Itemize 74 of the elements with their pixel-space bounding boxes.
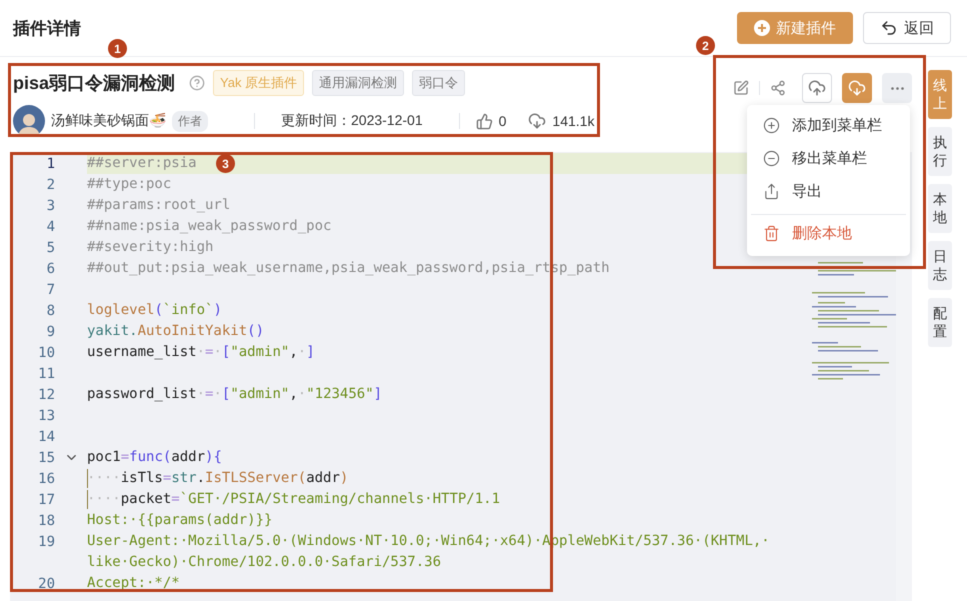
side-tab[interactable]: 本地 <box>928 184 952 233</box>
side-tab[interactable]: 配置 <box>928 298 952 347</box>
update-time: 更新时间：2023-12-01 <box>281 112 423 130</box>
code-line: like·Gecko)·Chrome/102.0.0.0·Safari/537.36 <box>87 553 442 572</box>
cloud-download-icon <box>528 112 546 130</box>
menu-item[interactable]: 删除本地 <box>751 214 906 252</box>
download-count: 141.1k <box>552 113 594 129</box>
code-editor[interactable] <box>10 152 912 601</box>
export-icon <box>763 183 780 200</box>
code-line: password_list·=·["admin",·"123456"] <box>87 385 382 404</box>
annotation-number: 2 <box>696 36 715 55</box>
more-icon <box>890 86 904 90</box>
menu-item[interactable]: 导出 <box>751 175 906 208</box>
plugin-tag: Yak 原生插件 <box>213 70 304 96</box>
code-line: ····isTls=str.IsTLSServer(addr) <box>87 469 348 488</box>
line-number: 14 <box>37 428 55 444</box>
line-number: 16 <box>37 470 55 486</box>
author-badge: 作者 <box>172 110 208 132</box>
line-number: 19 <box>37 534 55 550</box>
code-line: ##server:psia <box>87 154 197 173</box>
back-button[interactable]: 返回 <box>863 12 951 44</box>
cloud-download-icon <box>848 79 866 97</box>
line-number: 7 <box>46 282 55 298</box>
line-number: 1 <box>46 156 55 172</box>
plugin-tag: 通用漏洞检测 <box>312 70 404 96</box>
code-line: username_list·=·["admin",·] <box>87 343 315 362</box>
menu-item[interactable]: 添加到菜单栏 <box>751 109 906 142</box>
trash-icon <box>763 225 780 242</box>
thumbs-up-icon[interactable] <box>476 112 493 130</box>
cloud-upload-icon <box>808 79 826 97</box>
line-number: 20 <box>37 576 55 592</box>
code-line: yakit.AutoInitYakit() <box>87 322 264 341</box>
download-button[interactable] <box>842 73 872 103</box>
code-line: loglevel(`info`) <box>87 301 222 320</box>
plus-icon <box>763 117 780 134</box>
code-line: poc1=func(addr){ <box>87 448 222 467</box>
annotation-number: 1 <box>108 39 127 58</box>
side-tab[interactable]: 执行 <box>928 127 952 176</box>
avatar <box>13 105 45 137</box>
like-count: 0 <box>498 113 506 129</box>
line-number: 2 <box>46 176 55 192</box>
code-line: ##name:psia_weak_password_poc <box>87 217 332 236</box>
line-number: 15 <box>37 450 55 466</box>
line-number: 10 <box>37 344 55 360</box>
line-number: 11 <box>37 366 55 382</box>
code-line: ····packet=`GET·/PSIA/Streaming/channels·HTTP/1.1 <box>87 490 500 509</box>
upload-button[interactable] <box>802 73 832 103</box>
line-number: 4 <box>46 218 55 234</box>
line-number: 9 <box>46 324 55 340</box>
line-number: 13 <box>37 408 55 424</box>
line-number: 6 <box>46 260 55 276</box>
plus-icon <box>754 20 770 36</box>
page-title: 插件详情 <box>13 18 81 40</box>
line-number: 12 <box>37 386 55 402</box>
code-line: ##severity:high <box>87 238 214 257</box>
line-number: 18 <box>37 512 55 528</box>
undo-icon <box>880 19 898 37</box>
help-icon[interactable] <box>189 75 206 91</box>
code-line: ##params:root_url <box>87 196 230 215</box>
code-line: Accept:·*/* <box>87 574 180 593</box>
code-line: Host:·{{params(addr)}} <box>87 511 272 530</box>
edit-icon[interactable] <box>733 80 749 96</box>
minus-icon <box>763 150 780 167</box>
line-number: 17 <box>37 492 55 508</box>
menu-item[interactable]: 移出菜单栏 <box>751 142 906 175</box>
share-icon[interactable] <box>770 80 786 96</box>
code-line: ##type:poc <box>87 175 172 194</box>
line-number: 3 <box>46 198 55 214</box>
plugin-tag: 弱口令 <box>412 70 466 96</box>
line-number: 8 <box>46 302 55 318</box>
side-tab[interactable]: 日志 <box>928 241 952 290</box>
author-name: 汤鲜味美砂锅面🍜 <box>51 112 166 130</box>
line-number: 5 <box>46 240 55 256</box>
plugin-name: pisa弱口令漏洞检测 <box>13 72 176 95</box>
